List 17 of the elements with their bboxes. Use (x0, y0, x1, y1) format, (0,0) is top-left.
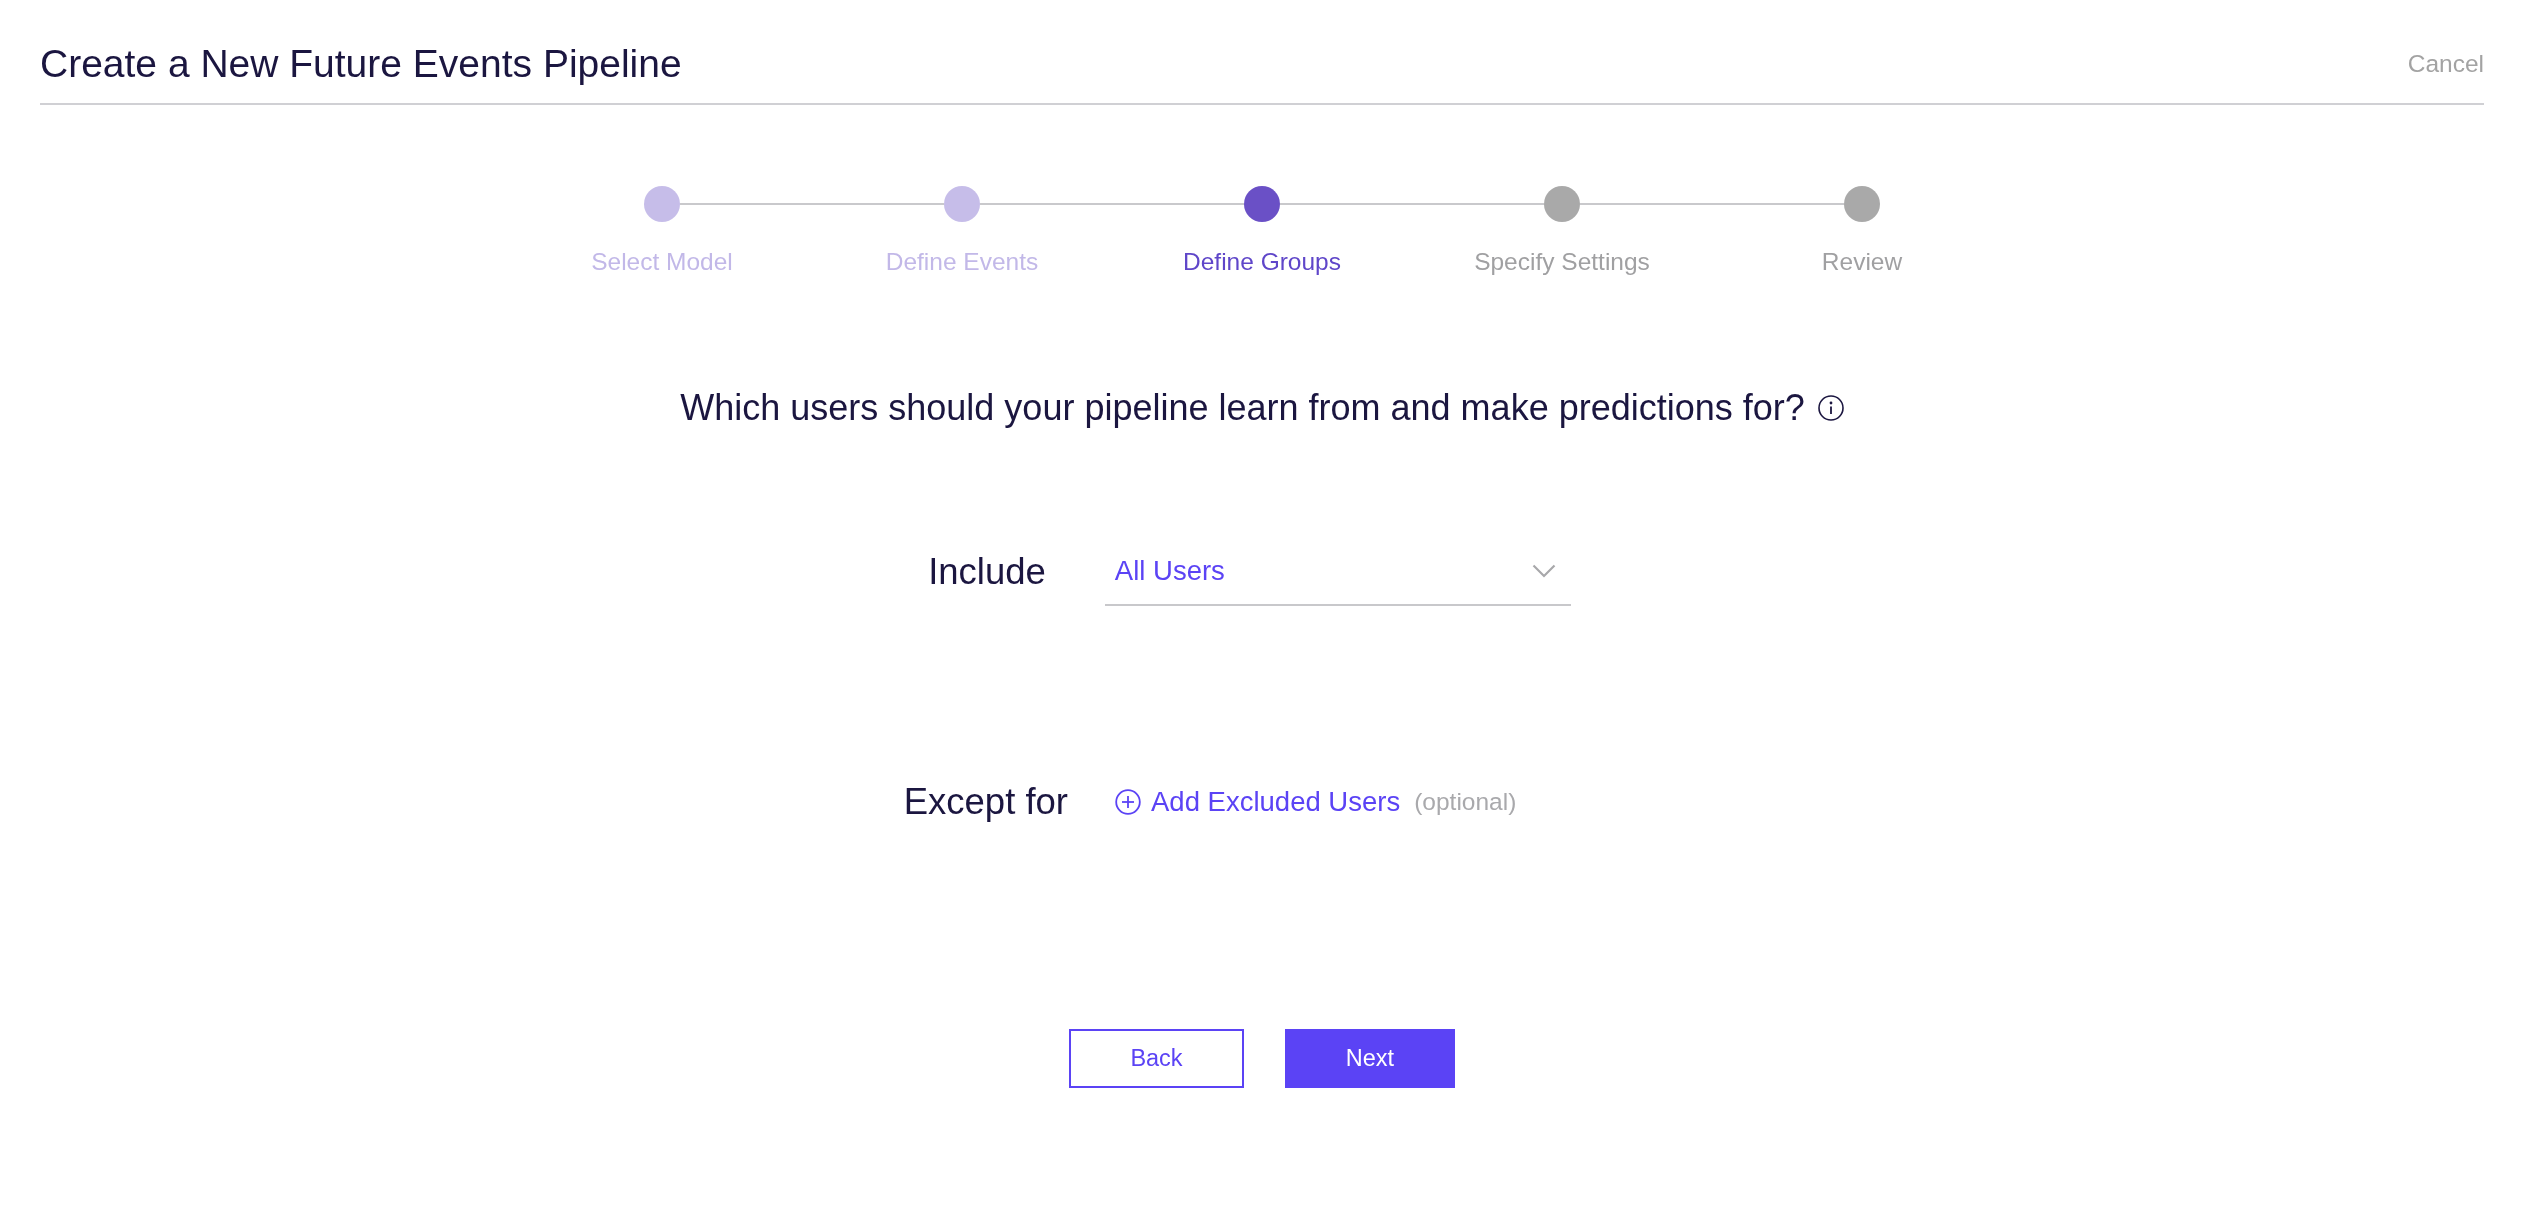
include-dropdown[interactable]: All Users (1104, 538, 1571, 606)
step-label: Select Model (591, 248, 733, 276)
chevron-down-icon (1531, 564, 1556, 578)
step-label: Define Events (885, 248, 1039, 276)
step-label: Review (1821, 248, 1903, 276)
include-label: Include (928, 551, 1046, 593)
back-button[interactable]: Back (1069, 1029, 1244, 1088)
plus-circle-icon (1115, 789, 1141, 815)
step-label: Specify Settings (1474, 248, 1650, 276)
except-for-label: Except for (903, 781, 1068, 823)
add-excluded-users-button[interactable]: Add Excluded Users (1115, 785, 1401, 819)
optional-hint: (optional) (1414, 787, 1517, 817)
next-button[interactable]: Next (1285, 1029, 1455, 1088)
step-label: Define Groups (1183, 248, 1341, 276)
info-icon[interactable] (1817, 395, 1844, 421)
page-title: Create a New Future Events Pipeline (40, 40, 682, 87)
question-text: Which users should your pipeline learn from and make predictions for? (680, 387, 1805, 429)
